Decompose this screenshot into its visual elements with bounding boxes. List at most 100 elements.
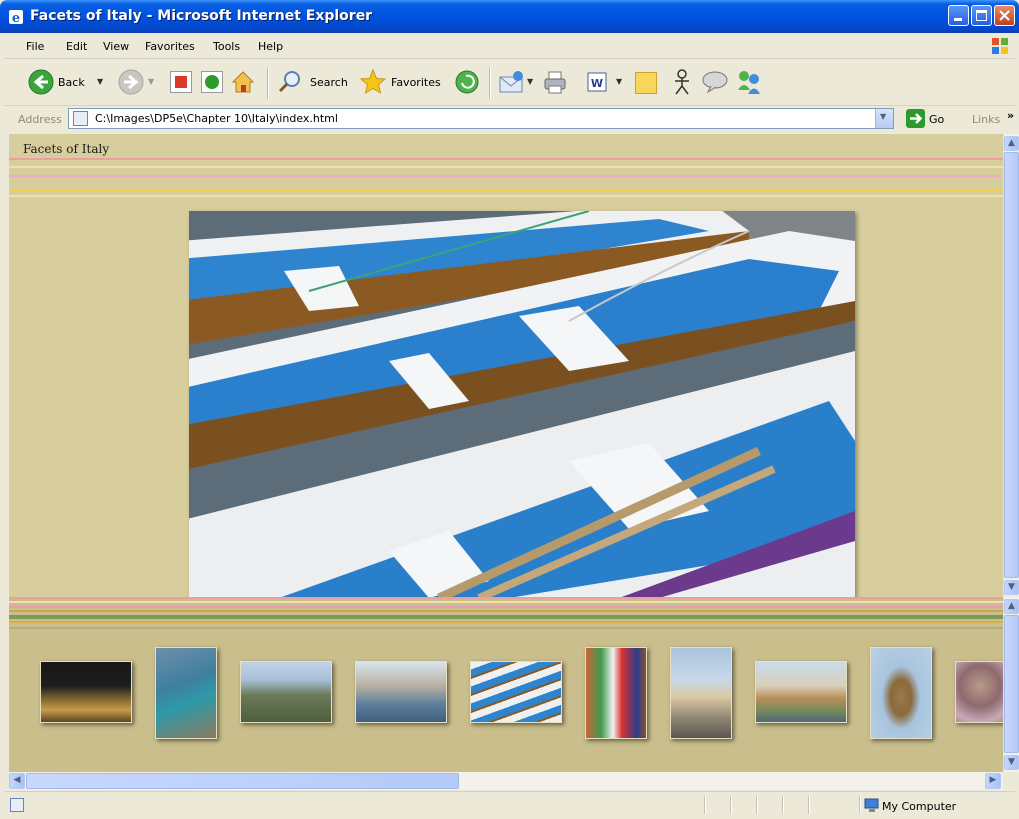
scrollbar-thumb[interactable] [1004, 152, 1019, 578]
menu-file[interactable]: File [26, 40, 44, 53]
decorative-stripe [9, 601, 1003, 603]
home-icon[interactable] [230, 69, 256, 95]
horizontal-scrollbar-thumb[interactable] [26, 773, 459, 789]
status-separator [730, 796, 732, 814]
decorative-stripe [9, 166, 1003, 168]
menu-help[interactable]: Help [258, 40, 283, 53]
thumbnail-st-peters-square[interactable] [670, 647, 732, 739]
back-label: Back [58, 76, 85, 89]
scroll-up-button[interactable]: ▲ [1004, 599, 1019, 614]
chevron-down-icon: ▼ [1008, 582, 1015, 592]
security-zone-label: My Computer [882, 800, 957, 813]
status-separator [782, 796, 784, 814]
refresh-icon [205, 75, 219, 89]
minimize-button[interactable] [948, 5, 969, 26]
search-button[interactable]: Search [276, 66, 352, 98]
back-button[interactable]: Back ▼ [26, 66, 108, 98]
toolbar-separator [267, 67, 269, 99]
thumbnail-market-produce[interactable] [955, 661, 1003, 723]
address-field[interactable]: C:\Images\DP5e\Chapter 10\Italy\index.ht… [68, 108, 894, 129]
thumbnail-rowboats[interactable] [470, 661, 562, 723]
status-separator [704, 796, 706, 814]
thumbnail-italian-flag[interactable] [585, 647, 647, 739]
chevron-down-icon: ▼ [1008, 757, 1015, 767]
chevron-up-icon: ▲ [1008, 138, 1015, 148]
thumbnail-frame-vertical-scrollbar[interactable]: ▲ ▼ [1003, 597, 1019, 772]
menu-edit[interactable]: Edit [66, 40, 87, 53]
back-arrow-icon [28, 69, 54, 95]
go-arrow-icon[interactable] [906, 109, 925, 128]
stop-button[interactable] [170, 71, 192, 93]
site-title: Facets of Italy [23, 142, 110, 156]
standard-toolbar: Back ▼ ▼ Search Favorites ▼ W ▼ [4, 59, 1015, 106]
edit-dropdown-icon[interactable]: ▼ [616, 77, 622, 86]
discuss-icon[interactable] [635, 72, 657, 94]
scrollbar-thumb[interactable] [1004, 615, 1019, 753]
status-separator [756, 796, 758, 814]
scroll-down-button[interactable]: ▼ [1004, 755, 1019, 770]
main-frame-vertical-scrollbar[interactable]: ▲ ▼ [1003, 134, 1019, 596]
scroll-down-button[interactable]: ▼ [1004, 580, 1019, 595]
thumbnail-harbor-boats[interactable] [355, 661, 447, 723]
menu-view[interactable]: View [103, 40, 129, 53]
messenger-buddies-icon[interactable] [735, 68, 763, 96]
menu-favorites[interactable]: Favorites [145, 40, 195, 53]
messenger-bubble-icon[interactable] [701, 70, 729, 94]
chevron-right-icon[interactable]: » [1007, 109, 1014, 122]
chevron-down-icon: ▼ [880, 112, 887, 121]
horizontal-scrollbar[interactable]: ◀ ▶ [9, 772, 1003, 790]
address-value[interactable]: C:\Images\DP5e\Chapter 10\Italy\index.ht… [95, 112, 338, 125]
scroll-up-button[interactable]: ▲ [1004, 136, 1019, 151]
decorative-stripe [9, 158, 1003, 160]
links-button[interactable]: Links [972, 113, 1000, 126]
page-status-icon [10, 798, 24, 812]
chevron-right-icon: ▶ [989, 775, 997, 785]
decorative-stripe [9, 606, 1003, 608]
decorative-stripe [9, 610, 1003, 612]
scroll-right-button[interactable]: ▶ [985, 773, 1001, 789]
close-button[interactable] [994, 5, 1015, 26]
address-dropdown-button[interactable]: ▼ [875, 109, 893, 128]
title-bar[interactable]: e Facets of Italy - Microsoft Internet E… [0, 0, 1019, 33]
chevron-up-icon: ▲ [1008, 601, 1015, 611]
chevron-left-icon: ◀ [13, 775, 21, 785]
print-icon[interactable] [542, 69, 568, 95]
thumbnail-coastal-cliffs[interactable] [155, 647, 217, 739]
close-icon [999, 10, 1010, 21]
forward-button[interactable]: ▼ [116, 66, 158, 98]
status-bar: My Computer [4, 791, 1015, 819]
svg-text:W: W [591, 77, 603, 90]
forward-dropdown-icon[interactable]: ▼ [148, 77, 154, 86]
maximize-button[interactable] [971, 5, 992, 26]
thumbnail-castel-sant-angelo[interactable] [755, 661, 847, 723]
main-photo-rowboats[interactable] [189, 211, 855, 598]
page-icon [73, 111, 88, 126]
menu-tools[interactable]: Tools [213, 40, 240, 53]
thumbnail-monument-at-night[interactable] [40, 661, 132, 723]
research-person-icon[interactable] [670, 68, 694, 96]
thumbnail-angel-statue[interactable] [870, 647, 932, 739]
status-separator [808, 796, 810, 814]
mail-icon[interactable] [498, 69, 526, 95]
window-title: Facets of Italy - Microsoft Internet Exp… [30, 8, 373, 24]
forward-arrow-icon [118, 69, 144, 95]
ie-logo-icon: e [9, 10, 23, 25]
search-icon [278, 71, 300, 93]
thumbnail-island-village[interactable] [240, 661, 332, 723]
mail-dropdown-icon[interactable]: ▼ [527, 77, 533, 86]
computer-zone-icon [864, 798, 879, 812]
decorative-stripe [9, 175, 1003, 177]
go-button[interactable]: Go [929, 113, 944, 126]
favorites-label: Favorites [391, 76, 441, 89]
media-icon[interactable] [454, 69, 480, 95]
toolbar-separator [489, 67, 491, 99]
decorative-stripe [9, 615, 1003, 619]
decorative-stripe [9, 627, 1003, 629]
edit-document-icon[interactable]: W [586, 71, 608, 93]
back-dropdown-icon[interactable]: ▼ [97, 77, 103, 86]
maximize-icon [976, 10, 987, 21]
search-label: Search [310, 76, 348, 89]
favorites-button[interactable]: Favorites [358, 66, 448, 98]
scroll-left-button[interactable]: ◀ [9, 773, 25, 789]
refresh-button[interactable] [201, 71, 223, 93]
